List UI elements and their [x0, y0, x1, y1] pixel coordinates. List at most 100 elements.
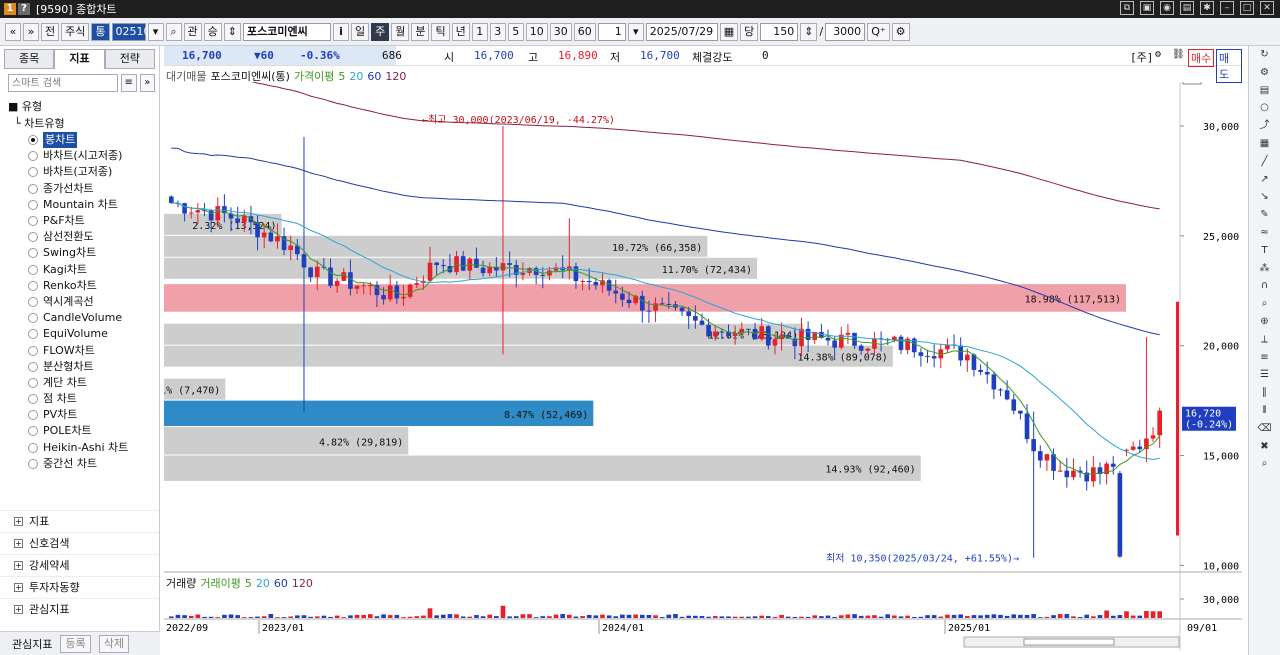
chart-type-item[interactable]: 봉차트: [8, 132, 159, 149]
radio-icon[interactable]: [28, 135, 38, 146]
radio-icon[interactable]: [28, 199, 38, 210]
sell-button[interactable]: 매도: [1216, 49, 1242, 83]
section-indicators[interactable]: + 지표: [0, 510, 159, 532]
radio-icon[interactable]: [28, 313, 38, 324]
interval-1[interactable]: 1: [471, 22, 488, 41]
interval-60[interactable]: 60: [573, 22, 596, 41]
info-button[interactable]: i: [332, 22, 349, 41]
magnet-icon[interactable]: ∩: [1256, 279, 1274, 293]
radio-icon[interactable]: [28, 394, 38, 405]
quote-gear-icon[interactable]: ⚙: [1155, 49, 1161, 60]
link-icon[interactable]: ⧉: [1120, 1, 1134, 15]
maximize-icon[interactable]: □: [1240, 1, 1254, 15]
radio-icon[interactable]: [28, 248, 38, 259]
period-day[interactable]: 일: [350, 22, 370, 41]
total-count-input[interactable]: 3000: [825, 22, 866, 41]
chart-type-item[interactable]: 중간선 차트: [8, 456, 159, 472]
ruler-icon[interactable]: ⟂: [1256, 333, 1274, 347]
legend-ma20[interactable]: 20: [349, 70, 363, 83]
section-strength[interactable]: + 강세약세: [0, 554, 159, 576]
interval-3[interactable]: 3: [489, 22, 506, 41]
print-icon[interactable]: ▤: [1180, 1, 1194, 15]
camera-icon[interactable]: ◉: [1160, 1, 1174, 15]
spin-count-icon[interactable]: ⇕: [800, 22, 818, 41]
delete-button[interactable]: 삭제: [98, 634, 129, 653]
radio-icon[interactable]: [28, 264, 38, 275]
interval-30[interactable]: 30: [549, 22, 572, 41]
refresh-icon[interactable]: ↻: [1256, 48, 1274, 62]
chart-type-item[interactable]: 바차트(고저종): [8, 164, 159, 180]
radio-icon[interactable]: [28, 183, 38, 194]
radio-icon[interactable]: [28, 151, 38, 162]
pattern-icon[interactable]: ⁂: [1256, 262, 1274, 276]
period-month[interactable]: 월: [391, 22, 410, 41]
chart-type-item[interactable]: POLE차트: [8, 423, 159, 439]
circle-icon[interactable]: ○: [1256, 101, 1274, 115]
search-icon[interactable]: ⌕: [165, 22, 182, 41]
fib-icon[interactable]: ≡: [1256, 351, 1274, 365]
buy-button[interactable]: 매수: [1188, 49, 1215, 67]
chart-type-item[interactable]: Mountain 차트: [8, 197, 159, 213]
radio-icon[interactable]: [28, 442, 38, 453]
vol-legend-120[interactable]: 120: [292, 577, 313, 590]
chart-type-item[interactable]: CandleVolume: [8, 310, 159, 326]
section-favorite[interactable]: + 관심지표: [0, 598, 159, 620]
text-tool-icon[interactable]: T: [1256, 244, 1274, 258]
date-input[interactable]: 2025/07/29: [645, 22, 718, 41]
section-signal[interactable]: + 신호검색: [0, 532, 159, 554]
section-investor[interactable]: + 투자자동향: [0, 576, 159, 598]
gear-icon[interactable]: ⚙: [891, 22, 910, 41]
integrated-button[interactable]: 통: [91, 22, 110, 41]
interval-dropdown-icon[interactable]: ▾: [627, 22, 644, 41]
price-chart[interactable]: 2.32% (13,524)10.72% (66,358)11.70% (72,…: [164, 82, 1242, 650]
radio-icon[interactable]: [28, 361, 38, 372]
radio-icon[interactable]: [28, 329, 38, 340]
magnify-icon[interactable]: ⌕: [1256, 297, 1274, 311]
chart-type-item[interactable]: FLOW차트: [8, 342, 159, 358]
tab-strategy[interactable]: 전략: [104, 49, 155, 69]
vol-legend-5[interactable]: 5: [245, 577, 252, 590]
prev-button[interactable]: «: [5, 22, 21, 41]
code-input[interactable]: 025100: [111, 22, 158, 41]
spin-icon[interactable]: ⇕: [223, 22, 241, 41]
vol-legend-20[interactable]: 20: [256, 577, 270, 590]
chart-type-item[interactable]: PV차트: [8, 407, 159, 423]
gann-icon[interactable]: ☰: [1256, 368, 1274, 382]
code-dropdown-icon[interactable]: ▾: [147, 22, 164, 41]
radio-icon[interactable]: [28, 216, 38, 227]
chart-type-item[interactable]: Renko차트: [8, 278, 159, 294]
stock-button[interactable]: 주식: [61, 22, 90, 41]
chart-icon[interactable]: ▦: [1256, 137, 1274, 151]
settings-icon[interactable]: ✱: [1200, 1, 1214, 15]
chart-type-item[interactable]: 종가선차트: [8, 181, 159, 197]
delete-all-icon[interactable]: ✖: [1256, 440, 1274, 454]
chart-type-item[interactable]: 바차트(시고저종): [8, 148, 159, 164]
cycle-icon[interactable]: ⦀: [1256, 404, 1274, 418]
search-options-icon[interactable]: ≡: [121, 74, 137, 92]
vol-legend-volume[interactable]: 거래량: [166, 575, 196, 591]
bars-icon[interactable]: ∥: [1256, 386, 1274, 400]
all-button[interactable]: 전: [41, 22, 60, 41]
chart-type-item[interactable]: 역시계곡선: [8, 294, 159, 310]
chart-type-item[interactable]: 계단 차트: [8, 375, 159, 391]
chart-type-item[interactable]: Heikin-Ashi 차트: [8, 440, 159, 456]
radio-icon[interactable]: [28, 167, 38, 178]
period-minute[interactable]: 분: [411, 22, 430, 41]
ray-tool-icon[interactable]: ↗: [1256, 173, 1274, 187]
rise-button[interactable]: 승: [203, 22, 222, 41]
radio-icon[interactable]: [28, 345, 38, 356]
pen-tool-icon[interactable]: ✎: [1256, 208, 1274, 222]
calendar-icon[interactable]: ▦: [719, 22, 739, 41]
register-button[interactable]: 등록: [60, 634, 91, 653]
trend-icon[interactable]: ⤴: [1256, 119, 1274, 133]
auto-trend-icon[interactable]: ≈: [1256, 226, 1274, 240]
tab-stocks[interactable]: 종목: [4, 49, 55, 69]
arrow-tool-icon[interactable]: ↘: [1256, 190, 1274, 204]
legend-ma5[interactable]: 5: [338, 70, 345, 83]
zoom-in-icon[interactable]: ⊕: [1256, 315, 1274, 329]
close-icon[interactable]: ✕: [1260, 1, 1274, 15]
radio-icon[interactable]: [28, 458, 38, 469]
chart-type-item[interactable]: 삼선전환도: [8, 229, 159, 245]
interval-input[interactable]: 1: [597, 22, 626, 41]
interval-5[interactable]: 5: [507, 22, 524, 41]
